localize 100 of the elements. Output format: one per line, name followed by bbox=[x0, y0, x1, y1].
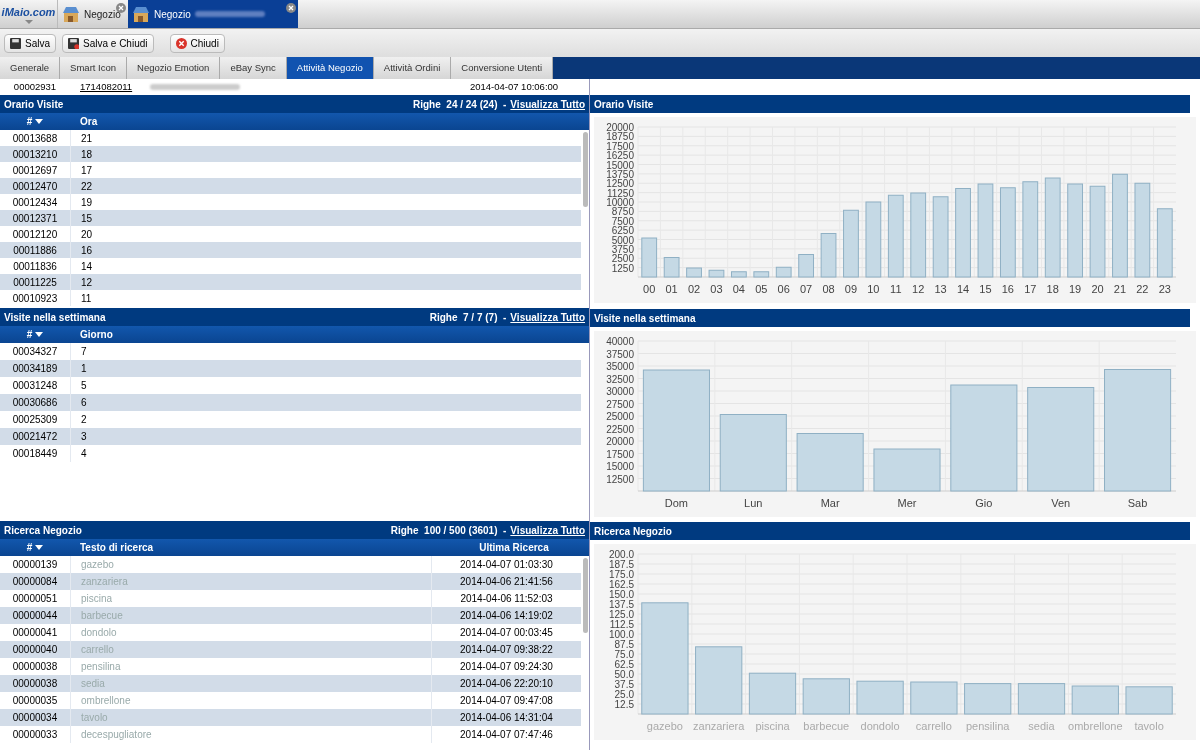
table-row[interactable]: 00000044 barbecue 2014-04-06 14:19:02 bbox=[0, 607, 581, 624]
axis-tick-label: 27500 bbox=[606, 398, 634, 410]
axis-tick-label: 187.5 bbox=[608, 559, 634, 570]
table-cell-text: 00034189 bbox=[11, 362, 59, 376]
table-row[interactable]: 00000038 sedia 2014-04-06 22:20:10 bbox=[0, 675, 581, 692]
redacted-text bbox=[194, 11, 265, 17]
axis-tick-label: 175.0 bbox=[608, 569, 634, 580]
chart-bar bbox=[1071, 685, 1119, 715]
axis-tick-label: 137.5 bbox=[608, 599, 634, 610]
table-row[interactable]: 00011225 12 bbox=[0, 274, 581, 290]
table-row[interactable]: 00000040 carrello 2014-04-07 09:38:22 bbox=[0, 641, 581, 658]
column-title[interactable]: Giorno bbox=[70, 327, 589, 342]
axis-tick-label: 6250 bbox=[611, 225, 634, 237]
axis-tick-label: 50.0 bbox=[614, 669, 634, 680]
axis-tick-label: 11250 bbox=[606, 187, 634, 199]
toolbar-button[interactable]: Chiudi bbox=[169, 33, 225, 53]
axis-category-label: 00 bbox=[643, 283, 656, 295]
chart-bar bbox=[802, 678, 850, 715]
table-row[interactable]: 00000084 zanzariera 2014-04-06 21:41:56 bbox=[0, 573, 581, 590]
axis-category-label: Lun bbox=[744, 497, 763, 509]
axis-tick-label: 20000 bbox=[606, 122, 634, 133]
axis-category-label: sedia bbox=[1028, 720, 1055, 732]
table-cell-text: 00021472 bbox=[11, 430, 59, 444]
table-row[interactable]: 00011886 16 bbox=[0, 242, 581, 258]
axis-tick-label: 35000 bbox=[606, 361, 634, 372]
axis-tick-label: 10000 bbox=[606, 197, 634, 208]
table-cell-text: 00011225 bbox=[12, 275, 58, 290]
table-cell-text: 00000033 bbox=[11, 728, 59, 742]
axis-category-label: Mar bbox=[820, 497, 840, 509]
tab[interactable]: Attività Ordini bbox=[373, 57, 452, 79]
column-title[interactable]: Ultima Ricerca bbox=[439, 540, 589, 555]
axis-tick-label: 87.5 bbox=[614, 639, 634, 650]
chart-bar bbox=[796, 433, 864, 492]
axis-category-label: pensilina bbox=[966, 720, 1010, 732]
table-cell-text: 00000038 bbox=[11, 660, 59, 674]
table-row[interactable]: 00021472 3 bbox=[0, 428, 581, 445]
table-cell-text: 00000041 bbox=[11, 626, 59, 640]
tab-label: Negozio bbox=[154, 7, 191, 22]
column-title[interactable]: # bbox=[26, 540, 33, 555]
table-row[interactable]: 00034189 1 bbox=[0, 360, 581, 377]
tab[interactable]: Negozio Emotion bbox=[127, 57, 221, 79]
axis-category-label: ombrellone bbox=[1068, 720, 1123, 732]
column-title[interactable]: Testo di ricerca bbox=[70, 540, 439, 555]
tab[interactable]: eBay Sync bbox=[220, 57, 287, 79]
chart-bar bbox=[695, 646, 743, 715]
column-title[interactable]: # bbox=[26, 114, 33, 129]
axis-category-label: 09 bbox=[844, 283, 858, 295]
scrollbar-thumb[interactable] bbox=[583, 132, 588, 207]
axis-category-label: 10 bbox=[867, 283, 880, 295]
axis-category-label: Mer bbox=[897, 497, 917, 509]
toolbar-button[interactable]: Salva e Chiudi bbox=[62, 33, 154, 53]
table-row[interactable]: 00013210 18 bbox=[0, 146, 581, 162]
axis-category-label: 03 bbox=[710, 283, 723, 295]
table-row[interactable]: 00000034 tavolo 2014-04-06 14:31:04 bbox=[0, 709, 581, 726]
sort-down-icon[interactable] bbox=[35, 545, 44, 550]
table-cell-text: 00034327 bbox=[11, 345, 59, 359]
brand-logo[interactable]: iMaio.com bbox=[1, 3, 56, 21]
axis-tick-label: 37500 bbox=[606, 348, 634, 360]
column-title[interactable]: # bbox=[26, 327, 33, 342]
tab[interactable]: Conversione Utenti bbox=[451, 57, 554, 79]
show-all-link[interactable]: Visualizza Tutto bbox=[510, 96, 585, 112]
axis-tick-label: 15000 bbox=[606, 461, 634, 472]
table-cell-text: 00013210 bbox=[11, 147, 59, 162]
axis-tick-label: 1250 bbox=[611, 262, 634, 274]
axis-tick-label: 32500 bbox=[606, 373, 634, 385]
axis-category-label: Sab bbox=[1127, 497, 1148, 509]
table-cell-text: 00025309 bbox=[11, 413, 59, 427]
app-tab[interactable]: Negozio bbox=[58, 0, 128, 28]
chart-bar bbox=[731, 271, 747, 278]
column-title[interactable]: Ora bbox=[70, 114, 589, 129]
axis-tick-label: 25.0 bbox=[614, 689, 634, 700]
chart-bar bbox=[1125, 686, 1173, 715]
axis-category-label: carrello bbox=[915, 720, 952, 732]
tab[interactable]: Smart Icon bbox=[60, 57, 128, 79]
toolbar-button[interactable]: Salva bbox=[4, 33, 56, 53]
close-icon[interactable] bbox=[286, 3, 296, 13]
show-all-link[interactable]: Visualizza Tutto bbox=[510, 309, 585, 325]
axis-category-label: 01 bbox=[665, 283, 678, 295]
tab[interactable]: Attività Negozio bbox=[286, 57, 374, 79]
section-title: Orario Visite bbox=[594, 97, 654, 112]
scrollbar-thumb[interactable] bbox=[583, 558, 588, 633]
sort-down-icon[interactable] bbox=[35, 119, 44, 124]
section-title: Visite nella settimana bbox=[594, 311, 696, 326]
app-tab[interactable]: Negozio bbox=[128, 0, 298, 28]
tab[interactable]: Generale bbox=[0, 57, 61, 79]
table-row[interactable]: 00012371 15 bbox=[0, 210, 581, 226]
table-row[interactable]: 00012470 22 bbox=[0, 178, 581, 194]
table-cell-text: 00012434 bbox=[11, 195, 59, 210]
chart-bar bbox=[910, 681, 958, 715]
chart-bar bbox=[964, 683, 1012, 715]
axis-category-label: gazebo bbox=[646, 720, 683, 732]
chart-bar bbox=[641, 237, 658, 278]
table-cell[interactable]: 1714082011 bbox=[70, 79, 150, 95]
sort-down-icon[interactable] bbox=[35, 332, 44, 337]
table-row[interactable]: 00030686 6 bbox=[0, 394, 581, 411]
table-cell-text: 00011836 bbox=[12, 259, 58, 274]
show-all-link[interactable]: Visualizza Tutto bbox=[510, 522, 585, 538]
axis-category-label: 16 bbox=[1001, 283, 1014, 295]
chart-bar bbox=[686, 267, 702, 278]
chart-bar bbox=[748, 672, 797, 715]
